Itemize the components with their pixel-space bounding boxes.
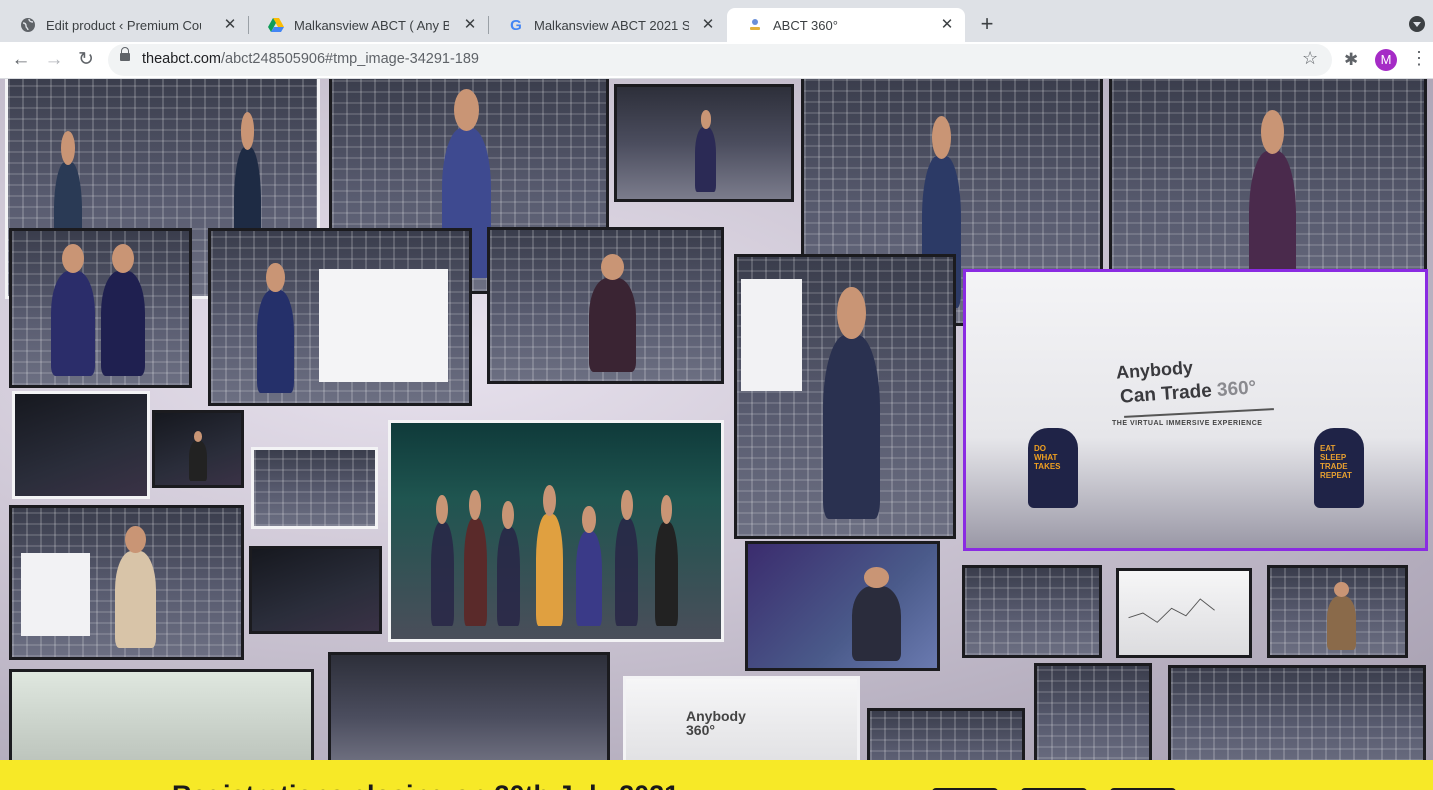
- hero-title-accent: 360°: [1216, 377, 1258, 401]
- person-figure: [50, 243, 96, 376]
- board-text: Anybody 360°: [686, 708, 746, 738]
- abct-favicon: [747, 17, 763, 33]
- close-tab-icon[interactable]: ✕: [939, 17, 955, 33]
- more-menu-icon[interactable]: ⋮: [1410, 48, 1428, 69]
- person-figure: [655, 495, 679, 627]
- collage-photo: [867, 708, 1025, 760]
- collage-photo: [1116, 568, 1252, 658]
- url-host: theabct.com: [142, 51, 221, 67]
- hero-subtitle: THE VIRTUAL IMMERSIVE EXPERIENCE: [1112, 420, 1263, 427]
- collage-photo: [1267, 565, 1408, 658]
- flipchart: [741, 279, 802, 391]
- person-figure: [536, 484, 563, 627]
- tab-malkansview-google[interactable]: G Malkansview ABCT 2021 Secre ✕: [488, 8, 726, 42]
- collage-photo: [745, 541, 940, 671]
- close-tab-icon[interactable]: ✕: [462, 17, 478, 33]
- address-bar[interactable]: theabct.com/abct248505906#tmp_image-3429…: [108, 44, 1332, 76]
- person-figure: [189, 430, 207, 481]
- tab-title: ABCT 360°: [773, 17, 838, 33]
- tab-abct-360[interactable]: ABCT 360° ✕: [727, 8, 965, 42]
- tab-title: Malkansview ABCT 2021 Secre: [534, 17, 689, 33]
- forward-arrow-icon[interactable]: →: [42, 48, 66, 72]
- collage-photo: [388, 420, 724, 642]
- collage-photo: [249, 546, 382, 634]
- collage-photo: [12, 391, 150, 499]
- collage-photo: [1034, 663, 1152, 760]
- new-tab-icon[interactable]: +: [976, 13, 998, 36]
- tee-text-right: EAT SLEEP TRADE REPEAT: [1320, 444, 1352, 480]
- person-figure: [575, 506, 603, 627]
- collage-photo: [152, 410, 244, 488]
- stock-chart-graphic: [1128, 598, 1215, 623]
- collage-photo: [9, 669, 314, 760]
- back-arrow-icon[interactable]: ←: [9, 48, 33, 72]
- person-figure: [115, 526, 157, 649]
- tab-title: Malkansview ABCT ( Any Body: [294, 17, 449, 33]
- collage-photo: [9, 505, 244, 660]
- person-figure: [589, 254, 636, 372]
- tab-edit-product[interactable]: Edit product ‹ Premium Course ✕: [0, 8, 249, 42]
- person-figure: [463, 489, 487, 627]
- tab-search-icon[interactable]: [1409, 16, 1425, 32]
- lock-icon[interactable]: [120, 47, 130, 61]
- collage-photo: [208, 228, 472, 406]
- reload-icon[interactable]: ↻: [74, 48, 98, 72]
- profile-avatar[interactable]: M: [1375, 49, 1397, 71]
- collage-photo: [734, 254, 956, 539]
- hero-abct360-photo: Anybody Can Trade 360° THE VIRTUAL IMMER…: [963, 269, 1428, 551]
- tab-strip: Edit product ‹ Premium Course ✕ Malkansv…: [0, 0, 1433, 42]
- google-drive-icon: [268, 17, 284, 33]
- person-figure: [823, 287, 880, 520]
- extensions-puzzle-icon[interactable]: ✱: [1344, 50, 1358, 70]
- person-figure: [695, 110, 717, 193]
- browser-toolbar: ← → ↻ theabct.com/abct248505906#tmp_imag…: [0, 42, 1433, 79]
- photo-collage: Anybody Can Trade 360° THE VIRTUAL IMMER…: [0, 79, 1433, 760]
- collage-photo: [251, 447, 378, 529]
- registration-banner: Registrations closing on 30th July 2021: [0, 760, 1433, 790]
- collage-photo: [328, 652, 610, 760]
- presenter-left: DO WHAT TAKES: [1028, 428, 1078, 508]
- tab-title: Edit product ‹ Premium Course: [46, 17, 201, 33]
- close-tab-icon[interactable]: ✕: [222, 17, 238, 33]
- url-text[interactable]: theabct.com/abct248505906#tmp_image-3429…: [142, 51, 479, 67]
- person-figure: [615, 489, 639, 627]
- collage-photo: [487, 227, 724, 384]
- person-figure: [257, 262, 294, 393]
- whiteboard: [319, 268, 449, 383]
- collage-photo: [1168, 665, 1426, 760]
- person-figure: [496, 500, 520, 627]
- globe-icon: [20, 17, 36, 33]
- url-path: /abct248505906#tmp_image-34291-189: [221, 51, 479, 67]
- tee-text-left: DO WHAT TAKES: [1034, 444, 1061, 471]
- collage-photo: Anybody 360°: [623, 676, 860, 760]
- collage-photo: [614, 84, 794, 202]
- person-figure: [851, 566, 902, 661]
- tab-malkansview-drive[interactable]: Malkansview ABCT ( Any Body ✕: [248, 8, 489, 42]
- bookmark-star-icon[interactable]: ☆: [1302, 48, 1318, 69]
- flipchart: [21, 552, 90, 637]
- google-icon: G: [510, 16, 522, 34]
- presenter-right: EAT SLEEP TRADE REPEAT: [1314, 428, 1364, 508]
- registration-text: Registrations closing on 30th July 2021: [172, 780, 679, 790]
- person-figure: [100, 243, 145, 376]
- collage-photo: [9, 228, 192, 388]
- person-figure: [430, 495, 454, 627]
- close-tab-icon[interactable]: ✕: [700, 17, 716, 33]
- person-figure: [1326, 581, 1357, 650]
- collage-photo: [962, 565, 1102, 658]
